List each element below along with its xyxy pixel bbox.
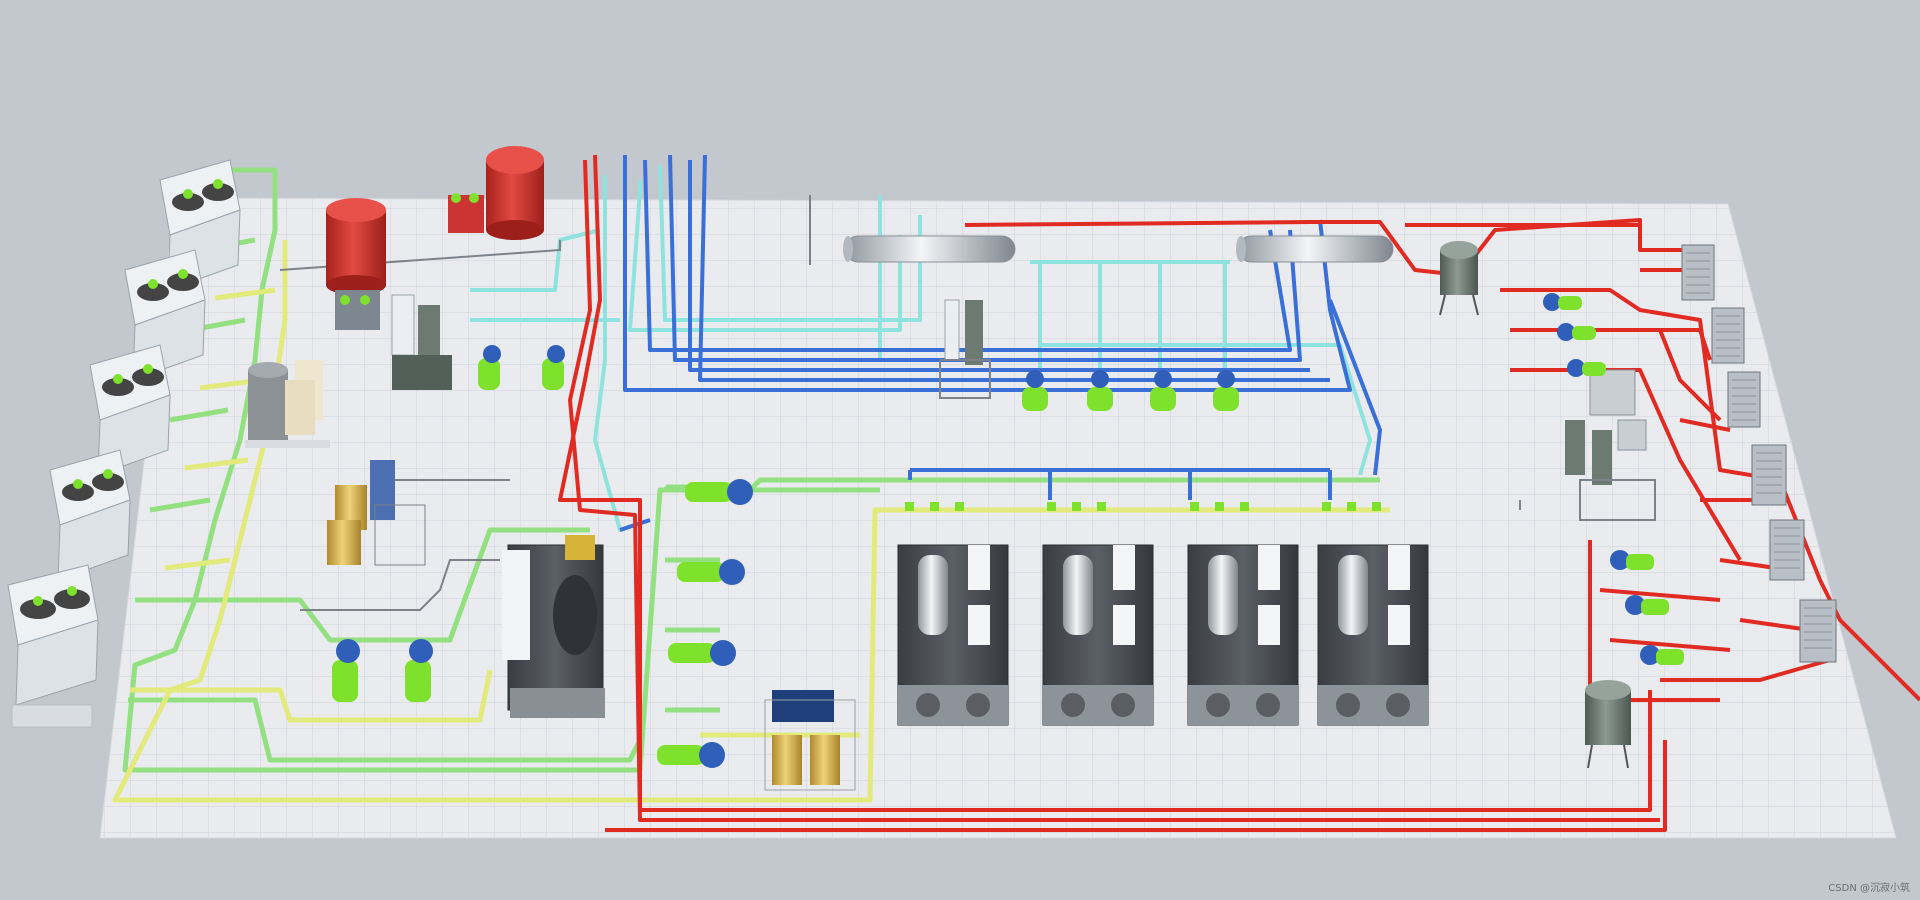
- centrifugal-chiller-2: [1042, 544, 1154, 726]
- red-expansion-tank-1: [326, 198, 386, 330]
- centrifugal-chiller-3: [1187, 544, 1299, 726]
- heat-exchanger-6: [1799, 599, 1837, 663]
- cooling-tower-5: [7, 564, 99, 728]
- red-expansion-tank-2: [448, 146, 544, 240]
- manifold-header-1: [843, 235, 1016, 263]
- centrifugal-chiller-1: [897, 544, 1009, 726]
- screw-chiller: [502, 535, 605, 718]
- cooling-water-pump-1: [685, 479, 753, 505]
- heat-exchanger-3: [1727, 371, 1761, 428]
- heat-exchanger-2: [1711, 307, 1745, 364]
- chiller-plant-diagram: [7, 146, 1920, 839]
- centrifugal-chiller-4: [1317, 544, 1429, 726]
- heat-exchanger-5: [1769, 519, 1805, 581]
- heat-exchanger-1: [1681, 244, 1715, 301]
- cooling-water-pump-4: [657, 742, 725, 768]
- cooling-tower-4: [49, 449, 131, 581]
- cooling-water-pump-3: [668, 640, 736, 666]
- heat-exchanger-4: [1751, 444, 1787, 506]
- cooling-water-pump-2: [677, 559, 745, 585]
- watermark: CSDN @沉寂小筑: [1828, 883, 1910, 894]
- manifold-header-2: [1236, 235, 1394, 263]
